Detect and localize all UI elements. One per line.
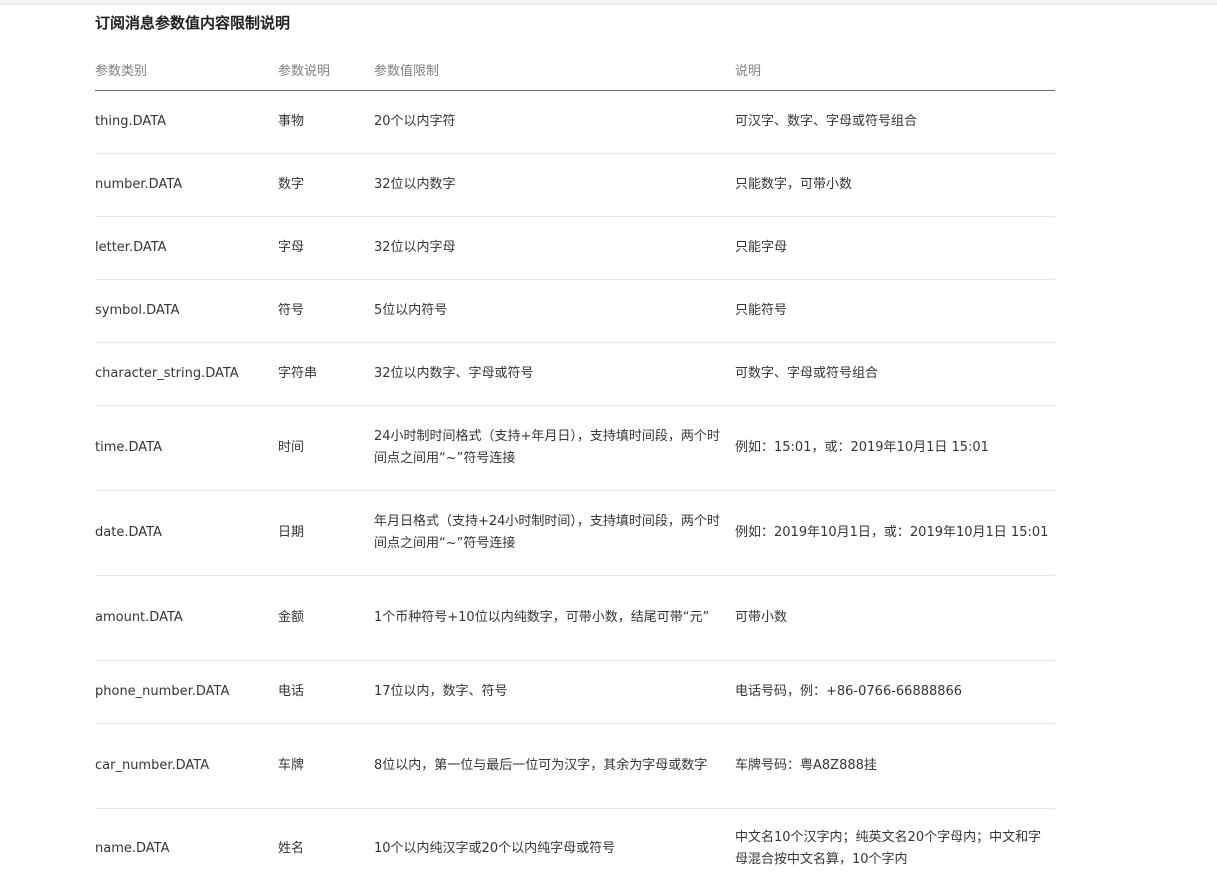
header-limit: 参数值限制: [374, 49, 735, 91]
cell-category: car_number.DATA: [95, 724, 278, 809]
cell-note: 只能数字，可带小数: [735, 154, 1055, 217]
cell-limit: 32位以内数字、字母或符号: [374, 343, 735, 406]
table-row: phone_number.DATA 电话 17位以内，数字、符号 电话号码，例：…: [95, 661, 1055, 724]
cell-note: 例如：15:01，或：2019年10月1日 15:01: [735, 406, 1055, 491]
table-body: thing.DATA 事物 20个以内字符 可汉字、数字、字母或符号组合 num…: [95, 91, 1055, 889]
table-header-row: 参数类别 参数说明 参数值限制 说明: [95, 49, 1055, 91]
cell-desc: 字母: [278, 217, 374, 280]
cell-desc: 车牌: [278, 724, 374, 809]
table-row: time.DATA 时间 24小时制时间格式（支持+年月日），支持填时间段，两个…: [95, 406, 1055, 491]
table-row: car_number.DATA 车牌 8位以内，第一位与最后一位可为汉字，其余为…: [95, 724, 1055, 809]
cell-desc: 姓名: [278, 809, 374, 889]
table-row: thing.DATA 事物 20个以内字符 可汉字、数字、字母或符号组合: [95, 91, 1055, 154]
cell-limit: 1个币种符号+10位以内纯数字，可带小数，结尾可带“元”: [374, 576, 735, 661]
params-table: 参数类别 参数说明 参数值限制 说明 thing.DATA 事物 20个以内字符…: [95, 49, 1055, 889]
header-category: 参数类别: [95, 49, 278, 91]
cell-category: date.DATA: [95, 491, 278, 576]
table-row: date.DATA 日期 年月日格式（支持+24小时制时间），支持填时间段，两个…: [95, 491, 1055, 576]
cell-note: 可数字、字母或符号组合: [735, 343, 1055, 406]
table-row: number.DATA 数字 32位以内数字 只能数字，可带小数: [95, 154, 1055, 217]
cell-category: amount.DATA: [95, 576, 278, 661]
params-table-container: 参数类别 参数说明 参数值限制 说明 thing.DATA 事物 20个以内字符…: [95, 49, 1055, 889]
header-note: 说明: [735, 49, 1055, 91]
cell-note: 例如：2019年10月1日，或：2019年10月1日 15:01: [735, 491, 1055, 576]
cell-desc: 电话: [278, 661, 374, 724]
cell-desc: 数字: [278, 154, 374, 217]
cell-note: 可汉字、数字、字母或符号组合: [735, 91, 1055, 154]
cell-limit: 10个以内纯汉字或20个以内纯字母或符号: [374, 809, 735, 889]
cell-desc: 日期: [278, 491, 374, 576]
table-row: character_string.DATA 字符串 32位以内数字、字母或符号 …: [95, 343, 1055, 406]
header-desc: 参数说明: [278, 49, 374, 91]
table-row: amount.DATA 金额 1个币种符号+10位以内纯数字，可带小数，结尾可带…: [95, 576, 1055, 661]
cell-desc: 金额: [278, 576, 374, 661]
cell-desc: 时间: [278, 406, 374, 491]
cell-note: 中文名10个汉字内；纯英文名20个字母内；中文和字母混合按中文名算，10个字内: [735, 809, 1055, 889]
table-row: name.DATA 姓名 10个以内纯汉字或20个以内纯字母或符号 中文名10个…: [95, 809, 1055, 889]
cell-category: number.DATA: [95, 154, 278, 217]
cell-limit: 20个以内字符: [374, 91, 735, 154]
cell-desc: 事物: [278, 91, 374, 154]
cell-desc: 符号: [278, 280, 374, 343]
cell-limit: 24小时制时间格式（支持+年月日），支持填时间段，两个时间点之间用“~”符号连接: [374, 406, 735, 491]
cell-limit: 32位以内字母: [374, 217, 735, 280]
cell-note: 电话号码，例：+86-0766-66888866: [735, 661, 1055, 724]
cell-category: letter.DATA: [95, 217, 278, 280]
cell-limit: 5位以内符号: [374, 280, 735, 343]
cell-category: character_string.DATA: [95, 343, 278, 406]
cell-category: name.DATA: [95, 809, 278, 889]
cell-category: phone_number.DATA: [95, 661, 278, 724]
top-divider: [0, 0, 1217, 5]
cell-limit: 32位以内数字: [374, 154, 735, 217]
page-title: 订阅消息参数值内容限制说明: [95, 12, 290, 33]
table-row: letter.DATA 字母 32位以内字母 只能字母: [95, 217, 1055, 280]
cell-limit: 8位以内，第一位与最后一位可为汉字，其余为字母或数字: [374, 724, 735, 809]
table-row: symbol.DATA 符号 5位以内符号 只能符号: [95, 280, 1055, 343]
cell-limit: 年月日格式（支持+24小时制时间），支持填时间段，两个时间点之间用“~”符号连接: [374, 491, 735, 576]
cell-desc: 字符串: [278, 343, 374, 406]
cell-category: symbol.DATA: [95, 280, 278, 343]
table-header: 参数类别 参数说明 参数值限制 说明: [95, 49, 1055, 91]
cell-note: 只能字母: [735, 217, 1055, 280]
cell-limit: 17位以内，数字、符号: [374, 661, 735, 724]
cell-note: 可带小数: [735, 576, 1055, 661]
cell-note: 只能符号: [735, 280, 1055, 343]
cell-note: 车牌号码：粤A8Z888挂: [735, 724, 1055, 809]
cell-category: thing.DATA: [95, 91, 278, 154]
cell-category: time.DATA: [95, 406, 278, 491]
